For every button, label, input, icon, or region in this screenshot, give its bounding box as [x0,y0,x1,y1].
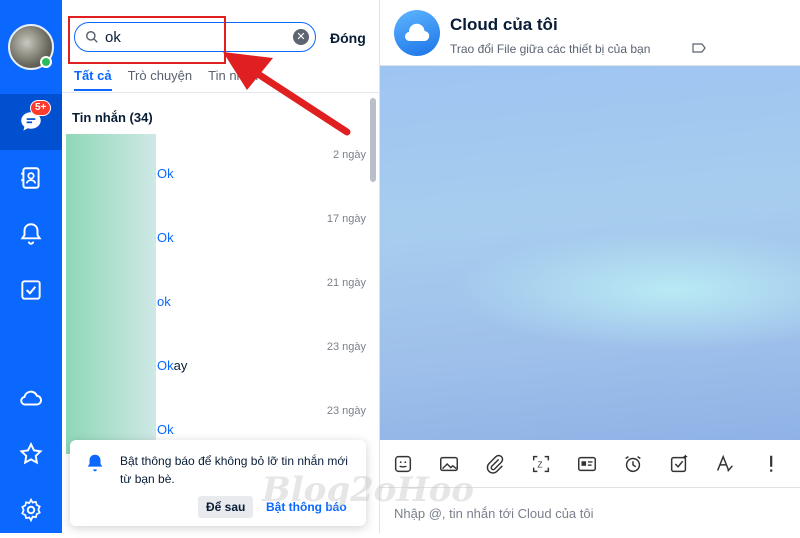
todo-icon [21,280,41,300]
avatar [66,326,156,390]
avatar[interactable] [8,24,54,70]
annotation-highlight-box [68,16,226,64]
urgent-button[interactable] [748,440,794,488]
screenshot-icon: Z [532,455,550,472]
star-icon [19,442,43,465]
message-time: 17 ngày [326,213,366,225]
match-text: Ok [157,230,174,245]
contacts-icon [21,167,40,189]
list-item[interactable]: 23 ngày Okay [62,326,372,390]
tab-all[interactable]: Tất cả [74,68,112,91]
svg-text:Z: Z [537,460,542,469]
alarm-clock-icon [625,455,641,472]
message-time: 23 ngày [326,341,366,353]
nav-contacts[interactable] [0,150,62,206]
match-text: Ok [157,422,174,437]
cloud-avatar[interactable] [394,10,440,56]
annotation-arrow [223,52,351,136]
message-time: 21 ngày [326,277,366,289]
cloud-icon [404,23,430,42]
exclamation-icon [770,455,773,472]
rest-text: ay [173,358,188,373]
list-item[interactable]: 21 ngày ok [62,262,372,326]
chat-header: Cloud của tôi Trao đổi File giữa các thi… [380,0,800,66]
paperclip-icon [486,454,504,474]
online-status-dot [40,56,52,68]
avatar [66,134,156,198]
messages-section-title: Tin nhắn (34) [72,110,153,125]
bell-icon [20,223,42,245]
screenshot-button[interactable]: Z [518,440,564,488]
tag-icon[interactable] [692,43,706,53]
message-snippet: Ok [157,166,174,181]
match-text: Ok [157,166,174,181]
tab-conversations[interactable]: Trò chuyện [128,68,193,91]
task-icon [670,454,688,472]
left-nav: 5+ [0,0,62,533]
business-card-button[interactable] [564,440,610,488]
list-item[interactable]: 2 ngày Ok [62,134,372,198]
text-format-icon [716,454,733,472]
cloud-icon [20,390,42,406]
nav-settings[interactable] [0,482,62,538]
bell-icon [87,454,103,472]
chat-subtitle: Trao đổi File giữa các thiết bị của bạn [450,42,651,56]
format-text-button[interactable] [702,440,748,488]
later-button[interactable]: Để sau [198,496,254,518]
message-time: 2 ngày [332,149,366,161]
nav-todo[interactable] [0,262,62,318]
nav-cloud[interactable] [0,370,62,426]
reminder-button[interactable] [610,440,656,488]
watermark: Blog2oHoo [262,470,474,510]
avatar [66,262,156,326]
result-list: 2 ngày Ok 17 ngày Ok 21 ngày ok 23 ngày … [62,134,372,454]
nav-starred[interactable] [0,426,62,482]
match-text: Ok [157,358,174,373]
gear-icon [21,497,41,523]
attach-button[interactable] [472,440,518,488]
message-snippet: ok [157,294,171,309]
nav-notifications[interactable] [0,206,62,262]
match-text: ok [157,294,171,309]
avatar [66,198,156,262]
unread-badge: 5+ [30,100,52,116]
nav-messages[interactable]: 5+ [0,94,62,150]
card-icon [578,456,596,471]
message-time: 23 ngày [326,405,366,417]
list-item[interactable]: 17 ngày Ok [62,198,372,262]
task-button[interactable] [656,440,702,488]
message-snippet: Okay [157,358,187,373]
message-snippet: Ok [157,422,174,437]
message-snippet: Ok [157,230,174,245]
chat-background [380,66,800,440]
chat-title: Cloud của tôi [450,15,558,34]
